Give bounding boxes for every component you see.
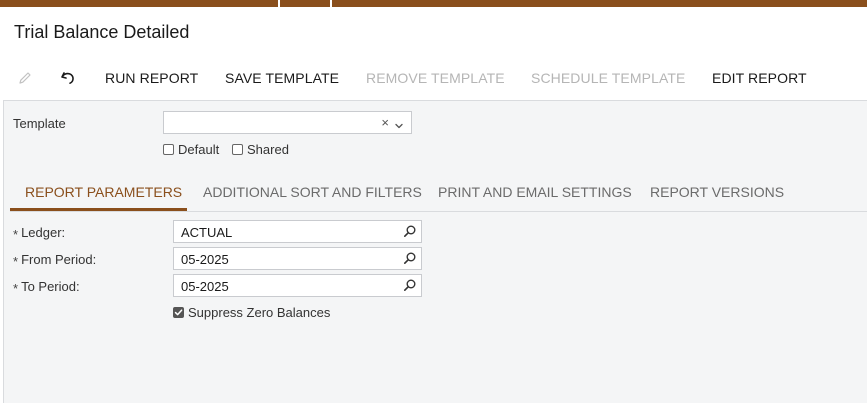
clear-icon[interactable]: × bbox=[381, 115, 389, 130]
report-tabs: REPORT PARAMETERS ADDITIONAL SORT AND FI… bbox=[10, 175, 867, 212]
suppress-zero-balances-checkbox[interactable]: Suppress Zero Balances bbox=[173, 305, 330, 320]
ledger-label-text: Ledger: bbox=[21, 225, 66, 240]
page-title: Trial Balance Detailed bbox=[14, 22, 190, 42]
required-marker: * bbox=[13, 254, 19, 269]
to-period-label: * To Period: bbox=[13, 279, 80, 296]
remove-template-button: REMOVE TEMPLATE bbox=[366, 70, 505, 86]
top-accent-bar bbox=[0, 0, 867, 7]
ledger-label: * Ledger: bbox=[13, 225, 66, 242]
checkmark-icon bbox=[174, 309, 183, 316]
undo-icon[interactable] bbox=[58, 68, 78, 88]
template-select[interactable]: × bbox=[163, 111, 412, 134]
to-period-label-text: To Period: bbox=[21, 279, 80, 294]
run-report-button[interactable]: RUN REPORT bbox=[105, 70, 198, 86]
from-period-value: 05-2025 bbox=[181, 252, 229, 267]
required-marker: * bbox=[13, 227, 19, 242]
shared-checkbox[interactable]: Shared bbox=[232, 142, 289, 157]
top-bar-divider bbox=[278, 0, 280, 7]
default-checkbox[interactable]: Default bbox=[163, 142, 219, 157]
template-label: Template bbox=[13, 116, 66, 131]
ledger-value: ACTUAL bbox=[181, 225, 233, 240]
search-icon[interactable] bbox=[403, 278, 417, 295]
from-period-label: * From Period: bbox=[13, 252, 97, 269]
search-icon[interactable] bbox=[403, 251, 417, 268]
chevron-down-icon[interactable] bbox=[394, 118, 404, 136]
suppress-zero-balances-label: Suppress Zero Balances bbox=[188, 305, 331, 320]
active-tab-indicator bbox=[10, 208, 187, 211]
tab-report-parameters[interactable]: REPORT PARAMETERS bbox=[25, 184, 182, 200]
from-period-label-text: From Period: bbox=[21, 252, 97, 267]
ledger-field[interactable]: ACTUAL bbox=[173, 220, 422, 243]
checkbox-box[interactable] bbox=[163, 144, 174, 155]
to-period-value: 05-2025 bbox=[181, 279, 229, 294]
schedule-template-button: SCHEDULE TEMPLATE bbox=[531, 70, 686, 86]
report-form-panel bbox=[3, 100, 867, 403]
save-template-button[interactable]: SAVE TEMPLATE bbox=[225, 70, 339, 86]
tab-print-and-email-settings[interactable]: PRINT AND EMAIL SETTINGS bbox=[438, 184, 632, 200]
top-bar-divider bbox=[330, 0, 332, 7]
to-period-field[interactable]: 05-2025 bbox=[173, 274, 422, 297]
search-icon[interactable] bbox=[403, 224, 417, 241]
pencil-icon[interactable] bbox=[15, 68, 35, 88]
tab-report-versions[interactable]: REPORT VERSIONS bbox=[650, 184, 784, 200]
edit-report-button[interactable]: EDIT REPORT bbox=[712, 70, 807, 86]
checkbox-box[interactable] bbox=[232, 144, 243, 155]
default-checkbox-label: Default bbox=[178, 142, 220, 157]
tab-additional-sort-and-filters[interactable]: ADDITIONAL SORT AND FILTERS bbox=[203, 184, 422, 200]
required-marker: * bbox=[13, 281, 19, 296]
toolbar: RUN REPORT SAVE TEMPLATE REMOVE TEMPLATE… bbox=[0, 62, 867, 94]
from-period-field[interactable]: 05-2025 bbox=[173, 247, 422, 270]
checkbox-box[interactable] bbox=[173, 307, 184, 318]
shared-checkbox-label: Shared bbox=[247, 142, 289, 157]
